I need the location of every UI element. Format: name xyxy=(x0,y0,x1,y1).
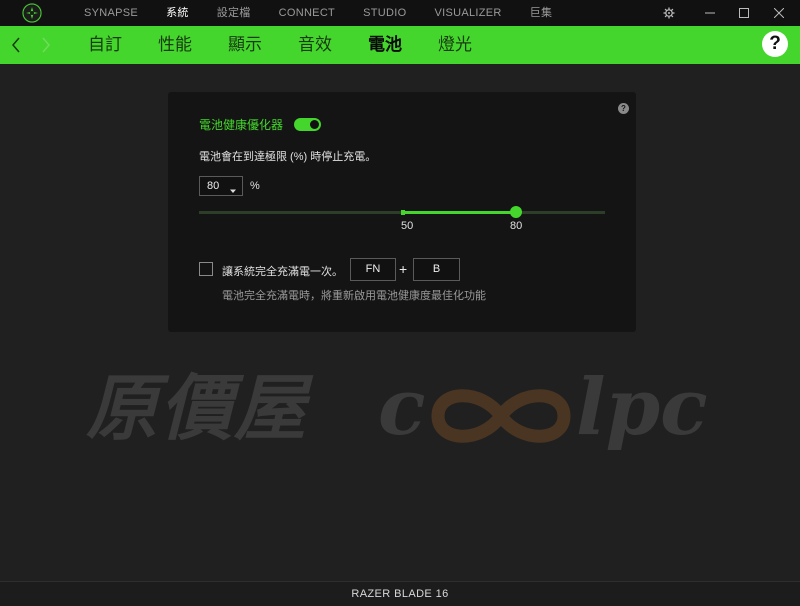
tab-visualizer[interactable]: VISUALIZER xyxy=(420,0,515,26)
charge-limit-slider-thumb[interactable] xyxy=(510,206,522,218)
slider-min-label: 50 xyxy=(401,220,414,232)
watermark-lpc-text: lpc xyxy=(576,362,708,453)
charge-limit-select[interactable]: 80 xyxy=(199,176,243,196)
charge-limit-slider-min-marker xyxy=(401,210,405,215)
maximize-icon[interactable] xyxy=(727,0,761,26)
coolpc-watermark: 原價屋 c lpc xyxy=(86,368,726,458)
tab-profiles[interactable]: 設定檔 xyxy=(203,0,265,26)
slider-value-label: 80 xyxy=(510,220,523,232)
info-help-icon[interactable]: ? xyxy=(618,103,629,114)
charge-limit-slider-fill xyxy=(402,211,516,214)
shortcut-plus: + xyxy=(399,261,408,277)
shortcut-key-fn: FN xyxy=(350,258,396,281)
tab-display[interactable]: 顯示 xyxy=(210,26,280,64)
tab-customize[interactable]: 自訂 xyxy=(70,26,140,64)
tab-studio[interactable]: STUDIO xyxy=(349,0,420,26)
charge-limit-unit: % xyxy=(250,180,260,192)
full-charge-note: 電池完全充滿電時，將重新啟用電池健康度最佳化功能 xyxy=(222,290,486,302)
tab-macro[interactable]: 巨集 xyxy=(516,0,567,26)
settings-gear-icon[interactable] xyxy=(652,0,686,26)
battery-optimizer-toggle[interactable] xyxy=(294,118,321,131)
device-footer: RAZER BLADE 16 xyxy=(0,581,800,606)
infinity-logo-icon xyxy=(431,389,571,443)
minimize-icon[interactable] xyxy=(693,0,727,26)
watermark-cn-text: 原價屋 xyxy=(86,365,309,450)
shortcut-key-b: B xyxy=(413,258,460,281)
forward-arrow-icon[interactable] xyxy=(36,34,56,56)
help-button[interactable]: ? xyxy=(762,31,788,57)
charge-limit-value: 80 xyxy=(207,180,220,192)
tab-lighting[interactable]: 燈光 xyxy=(420,26,490,64)
close-icon[interactable] xyxy=(762,0,796,26)
toggle-knob xyxy=(310,120,319,129)
battery-panel: ? 電池健康優化器 電池會在到達極限 (%) 時停止充電。 80 % 50 80… xyxy=(168,92,636,332)
tab-performance[interactable]: 性能 xyxy=(140,26,210,64)
title-bar: SYNAPSE 系統 設定檔 CONNECT STUDIO VISUALIZER… xyxy=(0,0,800,26)
top-nav: SYNAPSE 系統 設定檔 CONNECT STUDIO VISUALIZER… xyxy=(70,0,566,26)
tab-battery[interactable]: 電池 xyxy=(350,26,420,64)
sub-nav: 自訂 性能 顯示 音效 電池 燈光 ? xyxy=(0,26,800,64)
razer-logo-icon xyxy=(22,3,42,23)
chevron-down-icon xyxy=(229,182,237,200)
watermark-c-text: c xyxy=(378,362,426,453)
full-charge-checkbox[interactable] xyxy=(199,262,213,276)
tab-audio[interactable]: 音效 xyxy=(280,26,350,64)
charge-limit-description: 電池會在到達極限 (%) 時停止充電。 xyxy=(199,151,377,163)
full-charge-label: 讓系統完全充滿電一次。 xyxy=(222,266,343,278)
tab-connect[interactable]: CONNECT xyxy=(265,0,350,26)
back-arrow-icon[interactable] xyxy=(6,34,26,56)
battery-optimizer-label: 電池健康優化器 xyxy=(199,118,284,132)
tab-synapse[interactable]: SYNAPSE xyxy=(70,0,152,26)
tab-system[interactable]: 系統 xyxy=(152,0,203,26)
